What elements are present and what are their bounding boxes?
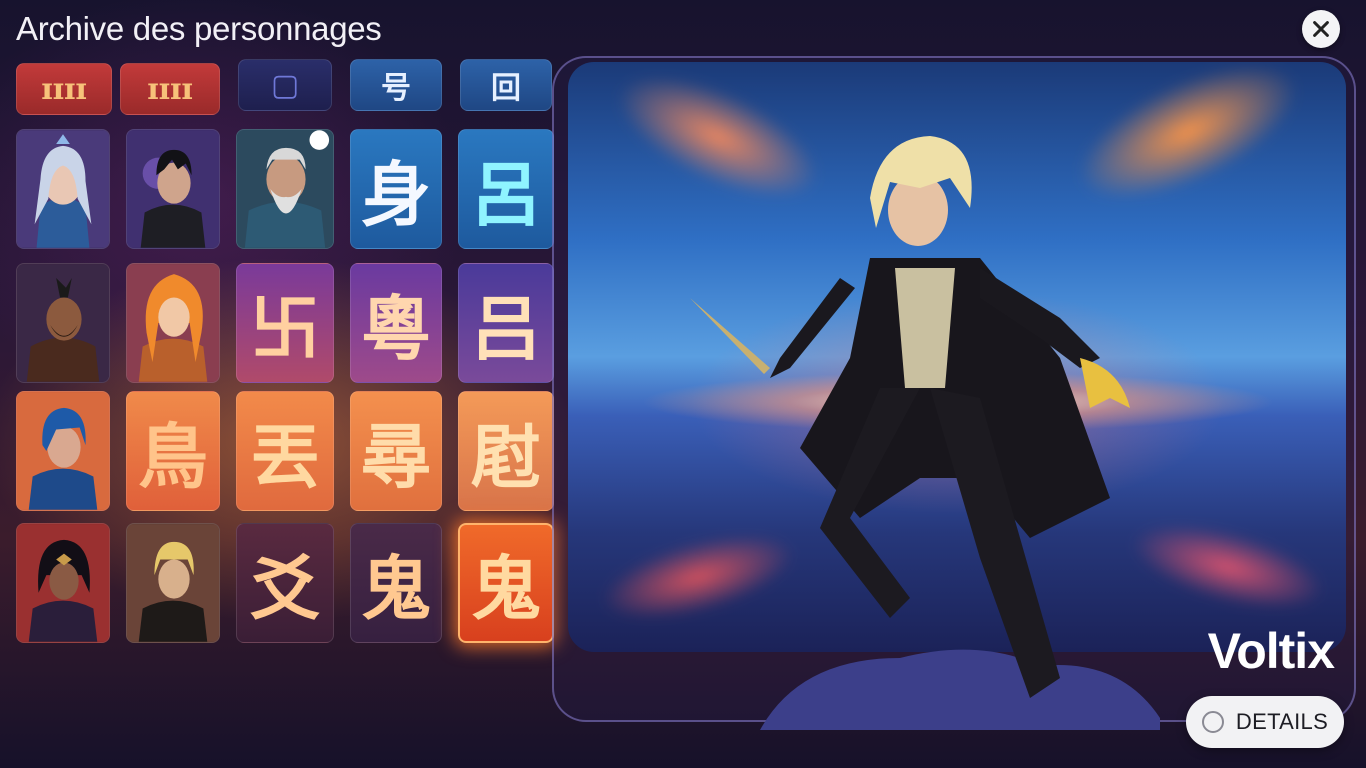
grid-tile-glyph[interactable]: 身	[350, 129, 442, 249]
tile-glyph: 鳥	[138, 414, 208, 498]
grid-tile-top-2[interactable]: ɪɪɪɪ	[120, 63, 220, 115]
tile-glyph: 吕	[471, 286, 541, 370]
grid-tile-glyph[interactable]: 屗	[458, 391, 554, 511]
portrait-icon	[127, 264, 219, 382]
grid-tile-portrait[interactable]	[16, 129, 110, 249]
tile-glyph: 号	[381, 71, 411, 106]
grid-tile-glyph[interactable]: 鬼	[350, 523, 442, 643]
portrait-icon	[127, 524, 219, 642]
close-icon	[1313, 21, 1329, 37]
tile-glyph: 丟	[250, 414, 320, 498]
grid-tile-glyph[interactable]: 丟	[236, 391, 334, 511]
tile-glyph: 回	[491, 71, 521, 106]
grid-tile-selected[interactable]: 鬼	[458, 523, 554, 643]
grid-tile-top-5[interactable]: 回	[460, 59, 552, 111]
tile-glyph: 卐	[250, 286, 320, 370]
grid-tile-glyph[interactable]: 鳥	[126, 391, 220, 511]
details-button[interactable]: DETAILS	[1186, 696, 1344, 748]
portrait-icon	[17, 264, 109, 382]
grid-tile-portrait[interactable]	[126, 129, 220, 249]
radio-ring-icon	[1201, 711, 1224, 733]
tile-glyph: 身	[361, 152, 431, 236]
portrait-icon	[127, 130, 219, 248]
grid-tile-top-4[interactable]: 号	[350, 59, 442, 111]
grid-tile-portrait[interactable]	[126, 263, 220, 383]
grid-tile-portrait[interactable]	[236, 129, 334, 249]
grid-tile-portrait[interactable]	[126, 523, 220, 643]
portrait-icon	[17, 130, 109, 248]
grid-tile-glyph[interactable]: 吕	[458, 263, 554, 383]
grid-tile-glyph[interactable]: 卐	[236, 263, 334, 383]
character-grid: ɪɪɪɪ ɪɪɪɪ ▢ 号 回 身 呂 卐 粵 吕 鳥 丟 尋 屗 爻 鬼 鬼	[14, 57, 559, 647]
grid-tile-glyph[interactable]: 爻	[236, 523, 334, 643]
tile-glyph: 粵	[361, 286, 431, 370]
grid-tile-portrait[interactable]	[16, 391, 110, 511]
grid-tile-top-3[interactable]: ▢	[238, 59, 332, 111]
portrait-icon	[17, 524, 109, 642]
tile-glyph: 呂	[471, 152, 541, 236]
grid-tile-glyph[interactable]: 呂	[458, 129, 554, 249]
close-button[interactable]	[1302, 10, 1340, 48]
tile-glyph: 爻	[250, 546, 320, 630]
hero-character-figure	[690, 136, 1160, 730]
tile-glyph: 鬼	[361, 546, 431, 630]
tile-glyph: ▢	[270, 67, 300, 103]
tile-glyph: ɪɪɪɪ	[147, 71, 193, 107]
grid-tile-portrait[interactable]	[16, 523, 110, 643]
tile-glyph: ɪɪɪɪ	[41, 71, 87, 107]
details-label: DETAILS	[1235, 709, 1329, 734]
portrait-icon	[237, 130, 333, 248]
grid-tile-top-1[interactable]: ɪɪɪɪ	[16, 63, 112, 115]
character-name: Voltix	[1207, 623, 1335, 679]
page-title: Archive des personnages	[16, 10, 382, 47]
grid-tile-glyph[interactable]: 粵	[350, 263, 442, 383]
tile-glyph: 鬼	[471, 546, 541, 630]
tile-glyph: 尋	[361, 414, 431, 498]
grid-tile-portrait[interactable]	[16, 263, 110, 383]
portrait-icon	[17, 392, 109, 510]
grid-tile-glyph[interactable]: 尋	[350, 391, 442, 511]
tile-glyph: 屗	[471, 414, 541, 498]
